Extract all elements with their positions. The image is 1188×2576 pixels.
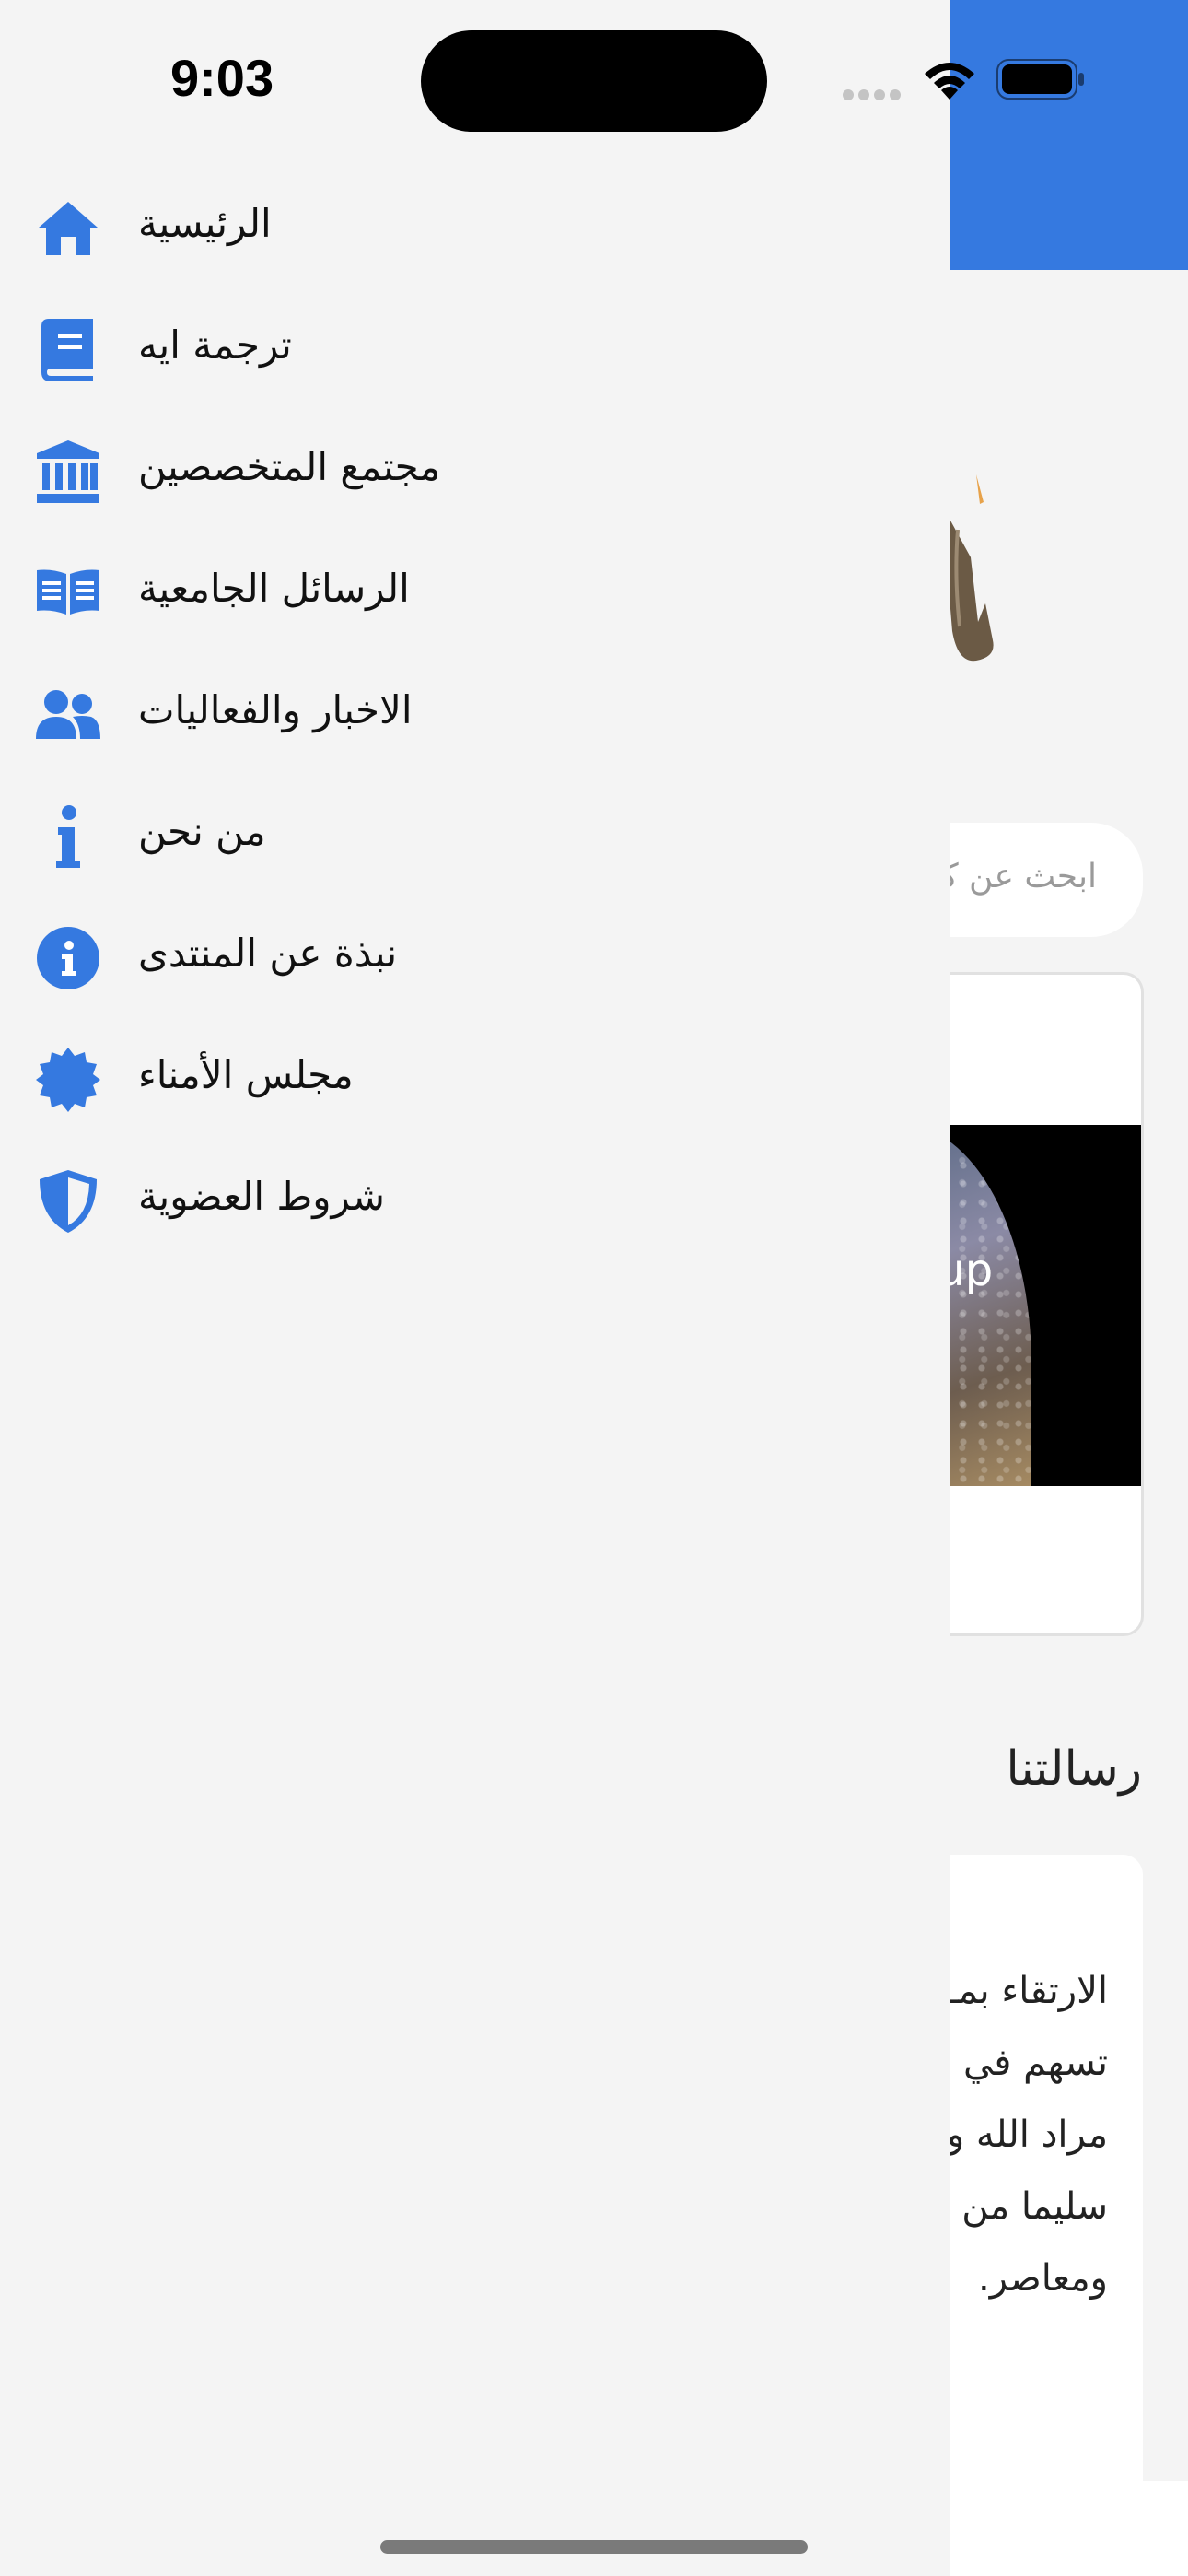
menu-item-label: ترجمة ايه bbox=[138, 322, 292, 368]
menu-item-label: الرسائل الجامعية bbox=[138, 566, 410, 611]
menu-item-membership-terms[interactable]: شروط العضوية bbox=[0, 1148, 950, 1249]
menu-item-news-events[interactable]: الاخبار والفعاليات bbox=[0, 662, 950, 763]
app-header-bar bbox=[921, 0, 1188, 270]
menu-item-label: مجتمع المتخصصين bbox=[138, 444, 441, 489]
info-circle-icon bbox=[35, 925, 101, 991]
menu-item-label: الاخبار والفعاليات bbox=[138, 687, 413, 732]
book-icon bbox=[35, 317, 101, 383]
dynamic-island bbox=[421, 30, 767, 132]
message-line: ومعاصر. bbox=[978, 2257, 1108, 2300]
signal-icon bbox=[843, 87, 905, 104]
message-line: تسهم في bbox=[962, 2042, 1108, 2084]
certificate-icon bbox=[35, 1047, 101, 1113]
section-title: رسالتنا bbox=[1006, 1741, 1142, 1797]
menu-item-board-of-trustees[interactable]: مجلس الأمناء bbox=[0, 1026, 950, 1128]
institution-icon bbox=[35, 439, 101, 505]
message-line: مراد الله و bbox=[946, 2113, 1108, 2156]
menu-item-theses[interactable]: الرسائل الجامعية bbox=[0, 540, 950, 641]
shield-icon bbox=[35, 1168, 101, 1235]
users-icon bbox=[35, 682, 101, 748]
search-placeholder: ابحث عن كـ bbox=[932, 858, 1097, 896]
menu-item-about-us[interactable]: من نحن bbox=[0, 783, 950, 884]
battery-icon bbox=[996, 59, 1084, 100]
menu-item-label: نبذة عن المنتدى bbox=[138, 931, 398, 976]
home-icon bbox=[35, 195, 101, 262]
menu-item-specialists-community[interactable]: مجتمع المتخصصين bbox=[0, 418, 950, 520]
wifi-icon bbox=[925, 63, 974, 100]
menu-item-home[interactable]: الرئيسية bbox=[0, 175, 950, 276]
status-time: 9:03 bbox=[170, 49, 274, 107]
message-line: سليما من bbox=[961, 2185, 1108, 2228]
menu-item-label: الرئيسية bbox=[138, 201, 272, 246]
navigation-drawer: 9:03 الرئيسية ترجمة ايه مجتمع المتخصصين … bbox=[0, 0, 950, 2576]
home-indicator[interactable] bbox=[380, 2540, 808, 2554]
menu-item-label: من نحن bbox=[138, 809, 266, 854]
menu-item-label: شروط العضوية bbox=[138, 1174, 385, 1219]
open-book-icon bbox=[35, 560, 101, 626]
info-icon bbox=[35, 803, 101, 870]
menu-item-label: مجلس الأمناء bbox=[138, 1052, 354, 1097]
menu-item-translate-verse[interactable]: ترجمة ايه bbox=[0, 297, 950, 398]
message-line: الارتقاء بمـ bbox=[947, 1970, 1108, 2012]
menu-item-forum-overview[interactable]: نبذة عن المنتدى bbox=[0, 905, 950, 1006]
